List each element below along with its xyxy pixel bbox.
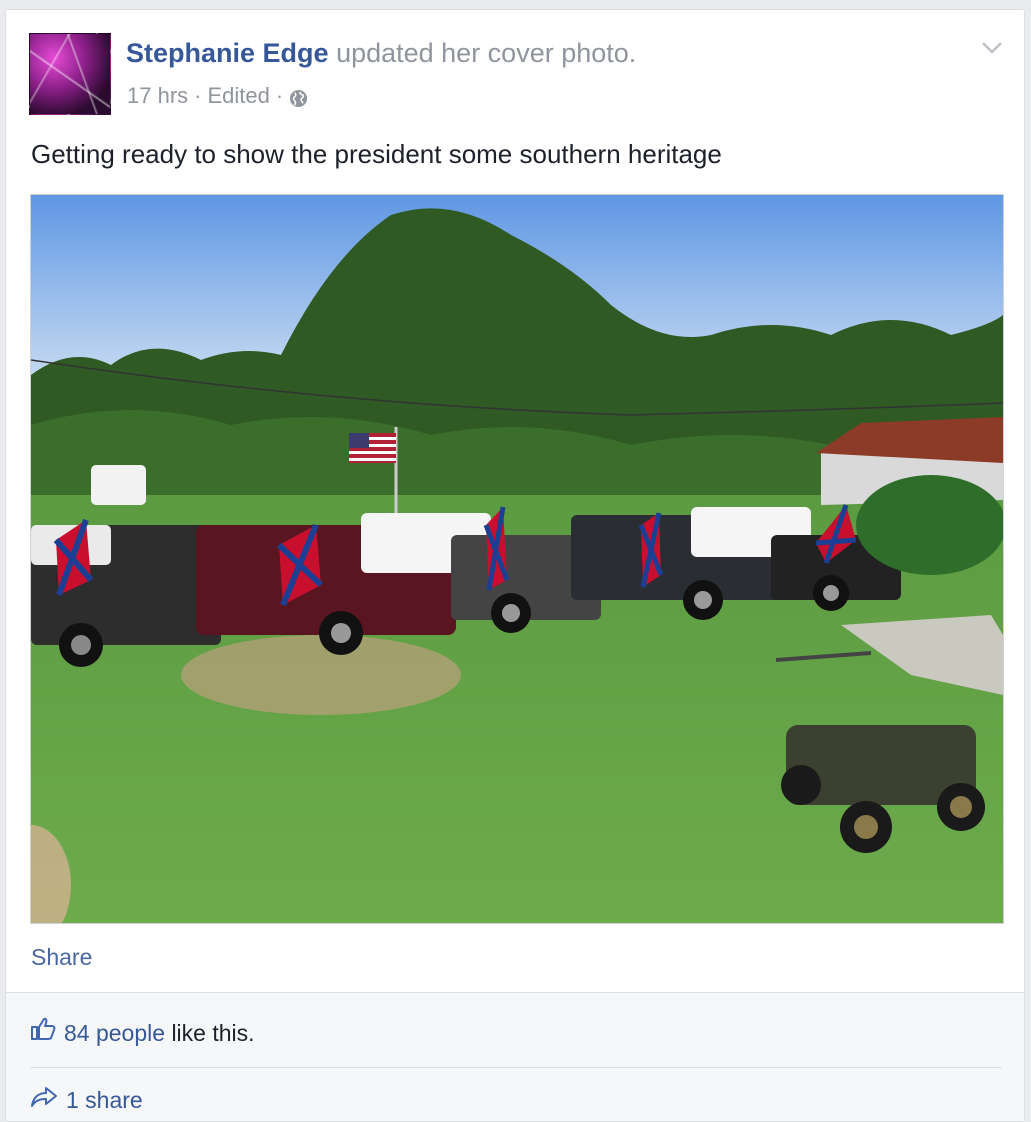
thumbs-up-icon[interactable] (30, 1017, 56, 1048)
author-name[interactable]: Stephanie Edge (126, 38, 329, 68)
meta-separator: · (275, 83, 284, 108)
globe-icon[interactable] (289, 87, 308, 107)
likes-count[interactable]: 84 people (64, 1020, 165, 1046)
post-header: Stephanie Edge updated her cover photo. (126, 36, 636, 70)
chevron-down-icon[interactable] (981, 41, 1003, 55)
meta-separator: · (194, 83, 202, 108)
edited-label[interactable]: Edited (207, 82, 269, 110)
likes-suffix: like this. (171, 1019, 255, 1046)
share-arrow-icon (30, 1085, 58, 1115)
share-button[interactable]: Share (31, 942, 92, 972)
avatar[interactable] (29, 33, 111, 115)
post-timestamp[interactable]: 17 hrs (127, 82, 188, 110)
shares-count[interactable]: 1 share (66, 1085, 143, 1115)
shares-summary[interactable]: 1 share (30, 1085, 143, 1115)
post-card: Stephanie Edge updated her cover photo. … (5, 9, 1025, 1122)
post-footer: 84 people like this. 1 share (6, 992, 1024, 1121)
post-action: updated her cover photo. (336, 38, 637, 68)
footer-divider (30, 1067, 1002, 1068)
cover-photo[interactable] (30, 194, 1004, 924)
post-meta: 17 hrs · Edited · (127, 82, 308, 110)
post-text: Getting ready to show the president some… (31, 139, 722, 169)
likes-summary: 84 people like this. (30, 1017, 255, 1048)
